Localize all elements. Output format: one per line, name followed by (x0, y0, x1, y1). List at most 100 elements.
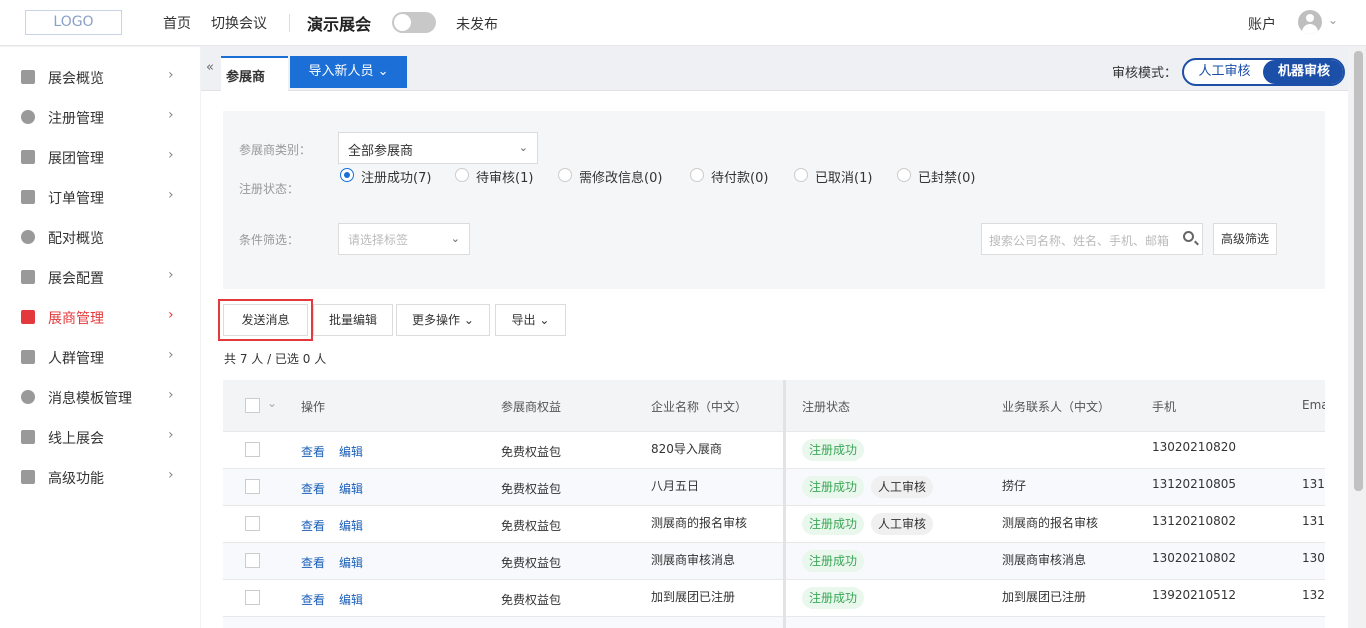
sidebar-item-audience[interactable]: 人群管理 › (0, 337, 200, 377)
chevron-right-icon: › (168, 107, 174, 123)
phone-cell: 13120210805 (1152, 477, 1236, 491)
contact-cell: 测展商的报名审核 (1002, 516, 1099, 530)
sidebar-item-label: 展团管理 (48, 151, 104, 167)
nav-home[interactable]: 首页 (163, 13, 191, 33)
category-select[interactable]: 全部参展商 ⌄ (338, 132, 538, 164)
sidebar-item-config[interactable]: 展会配置 › (0, 257, 200, 297)
row-checkbox[interactable] (245, 479, 260, 494)
select-all-checkbox[interactable] (245, 398, 260, 413)
row-checkbox[interactable] (245, 516, 260, 531)
table-row[interactable]: 查看 编辑 免费权益包 测展商审核消息 注册成功 测展商审核消息 1302021… (223, 543, 1325, 580)
row-checkbox[interactable] (245, 553, 260, 568)
view-link[interactable]: 查看 (301, 480, 325, 497)
review-mode-label: 审核模式： (1112, 66, 1178, 81)
edit-link[interactable]: 编辑 (339, 480, 363, 497)
tag-icon (21, 470, 35, 484)
review-mode-manual[interactable]: 人工审核 (1184, 60, 1265, 84)
benefit-cell: 免费权益包 (501, 556, 562, 570)
company-cell: 加到展团已注册 (651, 590, 736, 604)
main-content: « 参展商 导入新人员 ⌄ 审核模式： 人工审核 机器审核 参展商类别： 全部参… (201, 47, 1348, 628)
email-cell: 131 (1302, 477, 1325, 491)
search-input[interactable]: 搜索公司名称、姓名、手机、邮箱 (981, 223, 1203, 255)
collapse-sidebar-icon[interactable]: « (206, 60, 214, 75)
chevron-down-icon: ⌄ (539, 313, 550, 327)
review-mode-machine[interactable]: 机器审核 (1263, 60, 1343, 84)
sidebar-item-message-templates[interactable]: 消息模板管理 › (0, 377, 200, 417)
radio-label: 已取消(1) (815, 171, 873, 186)
company-cell: 测展商的报名审核 (651, 516, 748, 530)
table-row[interactable]: 查看 编辑 免费权益包 八月五日 注册成功 人工审核 捞仔 1312021080… (223, 469, 1325, 506)
page-scrollbar[interactable] (1351, 47, 1366, 628)
tab-bar: « 参展商 导入新人员 ⌄ 审核模式： 人工审核 机器审核 (201, 47, 1348, 91)
row-checkbox[interactable] (245, 442, 260, 457)
store-icon (21, 310, 35, 324)
avatar[interactable] (1298, 10, 1322, 34)
row-checkbox[interactable] (245, 590, 260, 605)
phone-cell: 13020210820 (1152, 440, 1236, 454)
account-link[interactable]: 账户 (1248, 14, 1276, 34)
status-badge: 注册成功 (802, 513, 865, 535)
edit-link[interactable]: 编辑 (339, 517, 363, 534)
view-link[interactable]: 查看 (301, 554, 325, 571)
tag-select[interactable]: 请选择标签 ⌄ (338, 223, 470, 255)
col-phone: 手机 (1152, 400, 1177, 414)
review-badge: 人工审核 (871, 476, 934, 498)
contact-cell: 捞仔 (1002, 479, 1027, 493)
chevron-right-icon: › (168, 67, 174, 83)
chevron-down-icon: ⌄ (518, 141, 528, 154)
sidebar-item-label: 展商管理 (48, 311, 104, 327)
review-mode-switch[interactable]: 人工审核 机器审核 (1182, 58, 1345, 86)
radio-label: 待付款(0) (711, 171, 769, 186)
radio-label: 待审核(1) (476, 171, 534, 186)
sidebar-item-exhibitors[interactable]: 展商管理 › (0, 297, 200, 337)
logo[interactable]: LOGO (25, 10, 122, 35)
scrollbar-thumb[interactable] (1354, 51, 1363, 491)
phone-cell: 13020210802 (1152, 551, 1236, 565)
radio-label: 注册成功(7) (361, 171, 432, 186)
view-link[interactable]: 查看 (301, 591, 325, 608)
table-row[interactable] (223, 617, 1325, 628)
chevron-down-icon: ⌄ (377, 64, 389, 79)
edit-link[interactable]: 编辑 (339, 591, 363, 608)
sidebar-item-label: 消息模板管理 (48, 391, 132, 407)
chevron-right-icon: › (168, 267, 174, 283)
nav-switch-conference[interactable]: 切换会议 (211, 13, 267, 33)
people-icon (21, 350, 35, 364)
sidebar-item-overview[interactable]: 展会概览 › (0, 57, 200, 97)
phone-cell: 13120210802 (1152, 514, 1236, 528)
send-message-button[interactable]: 发送消息 (218, 299, 313, 341)
status-badge: 注册成功 (802, 550, 865, 572)
more-actions-button[interactable]: 更多操作 ⌄ (396, 304, 490, 336)
sidebar-item-online-expo[interactable]: 线上展会 › (0, 417, 200, 457)
table-header: ⌄ 操作 参展商权益 企业名称（中文） 注册状态 业务联系人（中文） 手机 Em… (223, 380, 1325, 432)
chevron-right-icon: › (168, 387, 174, 403)
col-contact: 业务联系人（中文） (1002, 400, 1111, 414)
dashboard-icon (21, 70, 35, 84)
sidebar-item-orders[interactable]: 订单管理 › (0, 177, 200, 217)
publish-toggle[interactable] (392, 12, 436, 33)
view-link[interactable]: 查看 (301, 443, 325, 460)
chevron-down-icon[interactable]: ⌄ (267, 396, 277, 410)
tab-exhibitors[interactable]: 参展商 (221, 56, 288, 91)
sidebar-item-matching[interactable]: 配对概览 (0, 217, 200, 257)
batch-edit-button[interactable]: 批量编辑 (313, 304, 393, 336)
radio-dot (897, 168, 911, 182)
sidebar-item-groups[interactable]: 展团管理 › (0, 137, 200, 177)
edit-link[interactable]: 编辑 (339, 554, 363, 571)
search-icon[interactable] (1183, 231, 1194, 242)
table-row[interactable]: 查看 编辑 免费权益包 加到展团已注册 注册成功 加到展团已注册 1392021… (223, 580, 1325, 617)
view-link[interactable]: 查看 (301, 517, 325, 534)
search-placeholder: 搜索公司名称、姓名、手机、邮箱 (989, 234, 1170, 248)
import-people-button[interactable]: 导入新人员 ⌄ (290, 56, 407, 88)
chevron-down-icon[interactable]: ⌄ (1328, 13, 1338, 27)
monitor-icon (21, 430, 35, 444)
table-row[interactable]: 查看 编辑 免费权益包 820导入展商 注册成功 13020210820 (223, 432, 1325, 469)
sidebar-item-label: 订单管理 (48, 191, 104, 207)
edit-link[interactable]: 编辑 (339, 443, 363, 460)
export-button[interactable]: 导出 ⌄ (495, 304, 566, 336)
sidebar-item-advanced[interactable]: 高级功能 › (0, 457, 200, 497)
advanced-filter-button[interactable]: 高级筛选 (1213, 223, 1277, 255)
table-row[interactable]: 查看 编辑 免费权益包 测展商的报名审核 注册成功 人工审核 测展商的报名审核 … (223, 506, 1325, 543)
sidebar-item-registration[interactable]: 注册管理 › (0, 97, 200, 137)
more-actions-label: 更多操作 (412, 313, 461, 327)
